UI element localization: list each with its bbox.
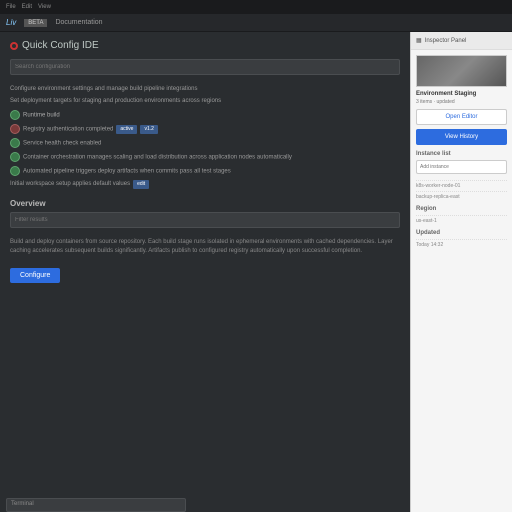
- header: Liv BETA Documentation: [0, 14, 512, 32]
- beta-badge: BETA: [24, 19, 47, 27]
- filter-input[interactable]: [10, 212, 400, 228]
- description-text: Build and deploy containers from source …: [10, 238, 400, 256]
- desc-line: Configure environment settings and manag…: [10, 85, 400, 93]
- section-label: Instance list: [416, 151, 507, 157]
- section-label: Updated: [416, 230, 507, 236]
- check-icon: [10, 166, 20, 176]
- tag-badge[interactable]: edit: [133, 180, 149, 189]
- desc-line: Set deployment targets for staging and p…: [10, 97, 400, 105]
- menu-item[interactable]: File: [6, 4, 16, 10]
- desc-line: Initial workspace setup applies default …: [10, 180, 400, 189]
- breadcrumb[interactable]: Documentation: [55, 19, 102, 26]
- section-header: Overview: [10, 199, 400, 208]
- list-item: Today 14:32: [416, 239, 507, 248]
- configure-button[interactable]: Configure: [10, 268, 60, 283]
- side-panel: ▦ Inspector Panel Environment Staging 3 …: [410, 32, 512, 512]
- list-item[interactable]: k8s-worker-node-01: [416, 180, 507, 189]
- search-input[interactable]: [10, 59, 400, 75]
- menubar: File Edit View: [0, 0, 512, 14]
- tag-badge[interactable]: active: [116, 125, 137, 134]
- panel-subtitle: 3 items · updated: [416, 99, 507, 105]
- menu-item[interactable]: Edit: [22, 4, 32, 10]
- check-icon: [10, 110, 20, 120]
- alert-icon: [10, 124, 20, 134]
- status-line: Container orchestration manages scaling …: [10, 152, 400, 162]
- list-item[interactable]: backup-replica-east: [416, 191, 507, 200]
- logo: Liv: [6, 18, 16, 27]
- status-line: Registry authentication completedactivev…: [10, 124, 400, 135]
- panel-header: ▦ Inspector Panel: [411, 32, 512, 50]
- grid-icon: ▦: [416, 37, 422, 44]
- section-label: Region: [416, 206, 507, 212]
- menu-item[interactable]: View: [38, 4, 51, 10]
- terminal-input[interactable]: Terminal: [6, 498, 186, 512]
- open-editor-button[interactable]: Open Editor: [416, 109, 507, 125]
- status-dot-icon: [10, 42, 18, 50]
- add-instance-input[interactable]: [416, 160, 507, 174]
- panel-title: Environment Staging: [416, 91, 507, 97]
- tag-badge[interactable]: v1.2: [140, 125, 157, 134]
- main-content: Quick Config IDE Configure environment s…: [0, 32, 410, 512]
- view-history-button[interactable]: View History: [416, 129, 507, 145]
- check-icon: [10, 152, 20, 162]
- check-icon: [10, 138, 20, 148]
- status-line: Automated pipeline triggers deploy artif…: [10, 166, 400, 176]
- preview-thumbnail[interactable]: [416, 55, 507, 87]
- status-line: Runtime build: [10, 110, 400, 120]
- status-line: Service health check enabled: [10, 138, 400, 148]
- page-title: Quick Config IDE: [10, 40, 400, 51]
- list-item[interactable]: us-east-1: [416, 215, 507, 224]
